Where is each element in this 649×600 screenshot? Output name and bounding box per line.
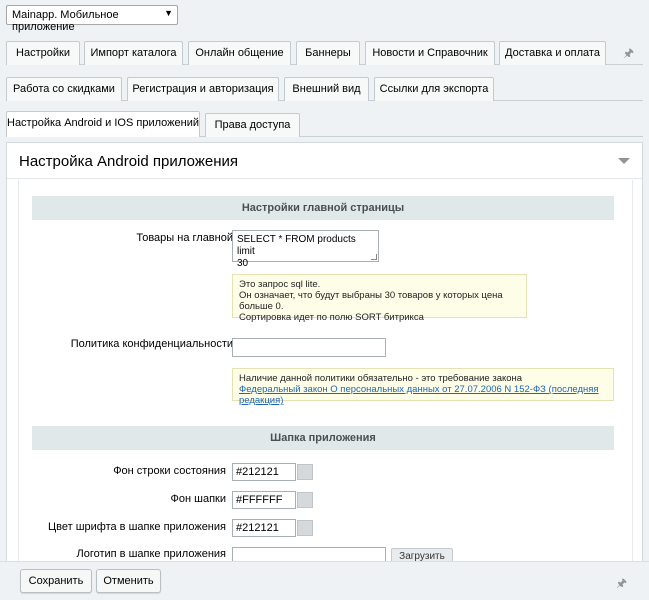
federal-law-link[interactable]: Федеральный закон О персональных данных … xyxy=(239,384,607,406)
tab-row-2: Работа со скидками Регистрация и авториз… xyxy=(6,72,643,101)
tab-access-rights[interactable]: Права доступа xyxy=(205,113,300,137)
header-bg-color-label: Фон шапки xyxy=(170,493,226,505)
cancel-button[interactable]: Отменить xyxy=(96,569,161,593)
header-font-color-picker[interactable] xyxy=(297,520,313,536)
panel-header: Настройка Android приложения xyxy=(7,143,642,179)
tab-registration-auth[interactable]: Регистрация и авторизация xyxy=(127,77,279,101)
panel-title: Настройка Android приложения xyxy=(19,153,238,170)
tab-banners[interactable]: Баннеры xyxy=(296,41,360,65)
header-font-color-label: Цвет шрифта в шапке приложения xyxy=(47,521,226,533)
products-on-main-label: Товары на главной xyxy=(136,232,233,244)
section-header-app-header: Шапка приложения xyxy=(32,426,614,450)
tab-discounts[interactable]: Работа со скидками xyxy=(6,77,122,101)
resize-grip-icon[interactable] xyxy=(371,254,377,260)
tab-export-links[interactable]: Ссылки для экспорта xyxy=(374,77,494,101)
privacy-policy-label: Политика конфиденциальности xyxy=(70,338,233,350)
footer-pin-icon[interactable]: 🖈 xyxy=(616,574,627,595)
tab-appearance[interactable]: Внешний вид xyxy=(284,77,369,101)
tab-online-chat[interactable]: Онлайн общение xyxy=(188,41,291,65)
panel-body: Настройки главной страницы Товары на гла… xyxy=(18,180,633,563)
header-bg-color-picker[interactable] xyxy=(297,492,313,508)
settings-panel: Настройка Android приложения Настройки г… xyxy=(6,142,643,563)
dropdown-caret-icon: ▼ xyxy=(164,8,173,18)
status-bar-color-picker[interactable] xyxy=(297,464,313,480)
header-bg-color-input[interactable]: #FFFFFF xyxy=(232,491,296,509)
pin-icon[interactable]: 🖈 xyxy=(623,44,634,65)
tab-delivery-payment[interactable]: Доставка и оплата xyxy=(499,41,606,65)
status-bar-color-label: Фон строки состояния xyxy=(113,465,226,477)
privacy-policy-hint: Наличие данной политики обязательно - эт… xyxy=(232,368,614,406)
collapse-arrow-icon[interactable] xyxy=(618,158,630,164)
tab-row-1: Настройки Импорт каталога Онлайн общение… xyxy=(6,36,643,65)
site-selector-value: Mainapp. Мобильное приложение xyxy=(12,9,119,33)
section-header-main-page: Настройки главной страницы xyxy=(32,196,614,220)
products-hint: Это запрос sql lite. Он означает, что бу… xyxy=(232,274,527,323)
site-selector[interactable]: Mainapp. Мобильное приложение ▼ xyxy=(6,5,178,33)
save-button[interactable]: Сохранить xyxy=(20,569,92,593)
tab-news-reference[interactable]: Новости и Справочник xyxy=(365,41,495,65)
privacy-policy-input[interactable] xyxy=(232,338,386,357)
tab-row-3: Настройка Android и IOS приложений Права… xyxy=(6,108,643,137)
footer-bar: Сохранить Отменить 🖈 xyxy=(0,561,649,600)
tab-android-ios-settings[interactable]: Настройка Android и IOS приложений xyxy=(6,111,200,137)
tab-catalog-import[interactable]: Импорт каталога xyxy=(84,41,183,65)
header-font-color-input[interactable]: #212121 xyxy=(232,519,296,537)
products-on-main-textarea[interactable]: SELECT * FROM products limit 30 xyxy=(232,230,379,269)
status-bar-color-input[interactable]: #212121 xyxy=(232,463,296,481)
header-logo-label: Логотип в шапке приложения xyxy=(76,548,227,560)
tab-settings[interactable]: Настройки xyxy=(6,41,80,65)
